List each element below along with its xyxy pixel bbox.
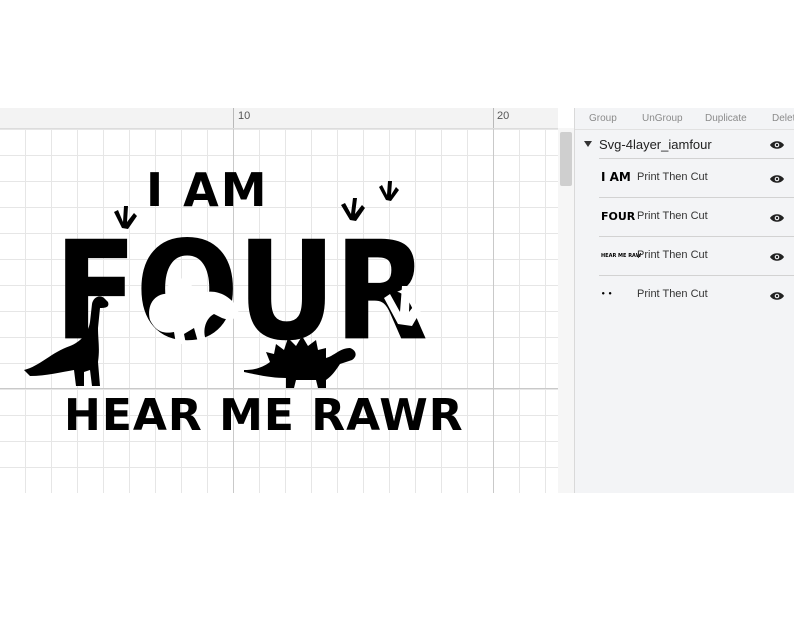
layer-label: Print Then Cut <box>637 210 708 222</box>
footprint-cutout-icon <box>384 286 426 326</box>
eye-icon[interactable] <box>770 140 784 150</box>
layers-toolbar: Group UnGroup Duplicate Delet <box>575 108 794 130</box>
artwork-line-hear-me-rawr: HEAR ME RAWR <box>64 390 464 441</box>
artwork-group[interactable]: I AM FOUR HEAR ME RAWR <box>0 108 558 493</box>
layer-row[interactable]: HEAR ME RAW Print Then Cut <box>599 236 794 275</box>
eye-icon[interactable] <box>770 252 784 262</box>
eye-icon[interactable] <box>770 174 784 184</box>
layer-row[interactable]: • • Print Then Cut <box>599 275 794 314</box>
ungroup-button[interactable]: UnGroup <box>642 113 683 124</box>
layer-label: Print Then Cut <box>637 249 708 261</box>
layer-label: Print Then Cut <box>637 288 708 300</box>
layer-thumbnail: FOUR <box>601 210 636 223</box>
layer-label: Print Then Cut <box>637 171 708 183</box>
canvas-area[interactable]: 10 20 I AM FOUR HEAR ME RAWR <box>0 108 558 493</box>
collapse-caret-icon[interactable] <box>584 141 592 147</box>
eye-icon[interactable] <box>770 291 784 301</box>
duplicate-button[interactable]: Duplicate <box>705 113 747 124</box>
layers-panel: Group UnGroup Duplicate Delet Svg-4layer… <box>575 108 794 493</box>
layer-thumbnail: HEAR ME RAW <box>601 253 642 259</box>
layer-row[interactable]: FOUR Print Then Cut <box>599 197 794 236</box>
eye-icon[interactable] <box>770 213 784 223</box>
t-rex-icon <box>149 278 239 344</box>
layer-group-row[interactable]: Svg-4layer_iamfour <box>575 132 794 158</box>
layer-thumbnail: • • <box>601 290 613 298</box>
canvas-scrollbar-thumb[interactable] <box>560 132 572 186</box>
design-space-window: 10 20 I AM FOUR HEAR ME RAWR Group UnGro… <box>0 108 794 493</box>
layer-thumbnail: I AM <box>601 170 631 184</box>
group-button[interactable]: Group <box>589 113 617 124</box>
layer-group-name: Svg-4layer_iamfour <box>599 137 712 152</box>
layer-row[interactable]: I AM Print Then Cut <box>599 158 794 197</box>
delete-button[interactable]: Delet <box>772 113 794 124</box>
